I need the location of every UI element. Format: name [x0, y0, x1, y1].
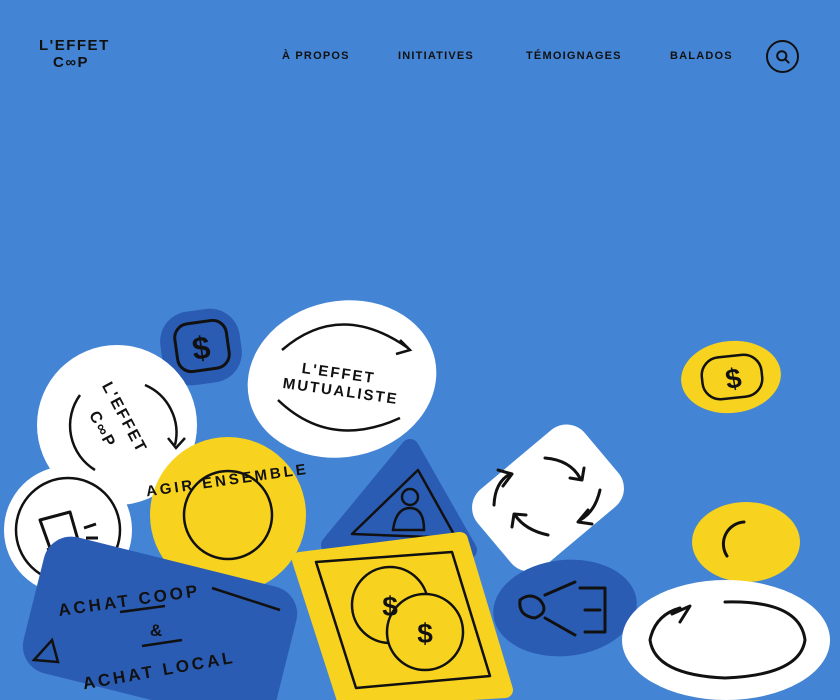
- coins-sticker: $ $: [292, 532, 513, 700]
- refresh-sticker-yellow: [692, 502, 800, 582]
- dollar-sticker-yellow: $: [681, 340, 781, 414]
- refresh-sticker-white: [622, 580, 830, 700]
- stickers-illustration: $ L'EFFET MUTUALISTE L'EFFET C∞P AGIR EN…: [4, 300, 830, 700]
- svg-text:$: $: [382, 591, 398, 622]
- exchange-sticker: [472, 424, 624, 572]
- svg-text:$: $: [417, 618, 433, 649]
- share-sticker: [493, 559, 637, 657]
- achat-ampersand: &: [150, 621, 162, 640]
